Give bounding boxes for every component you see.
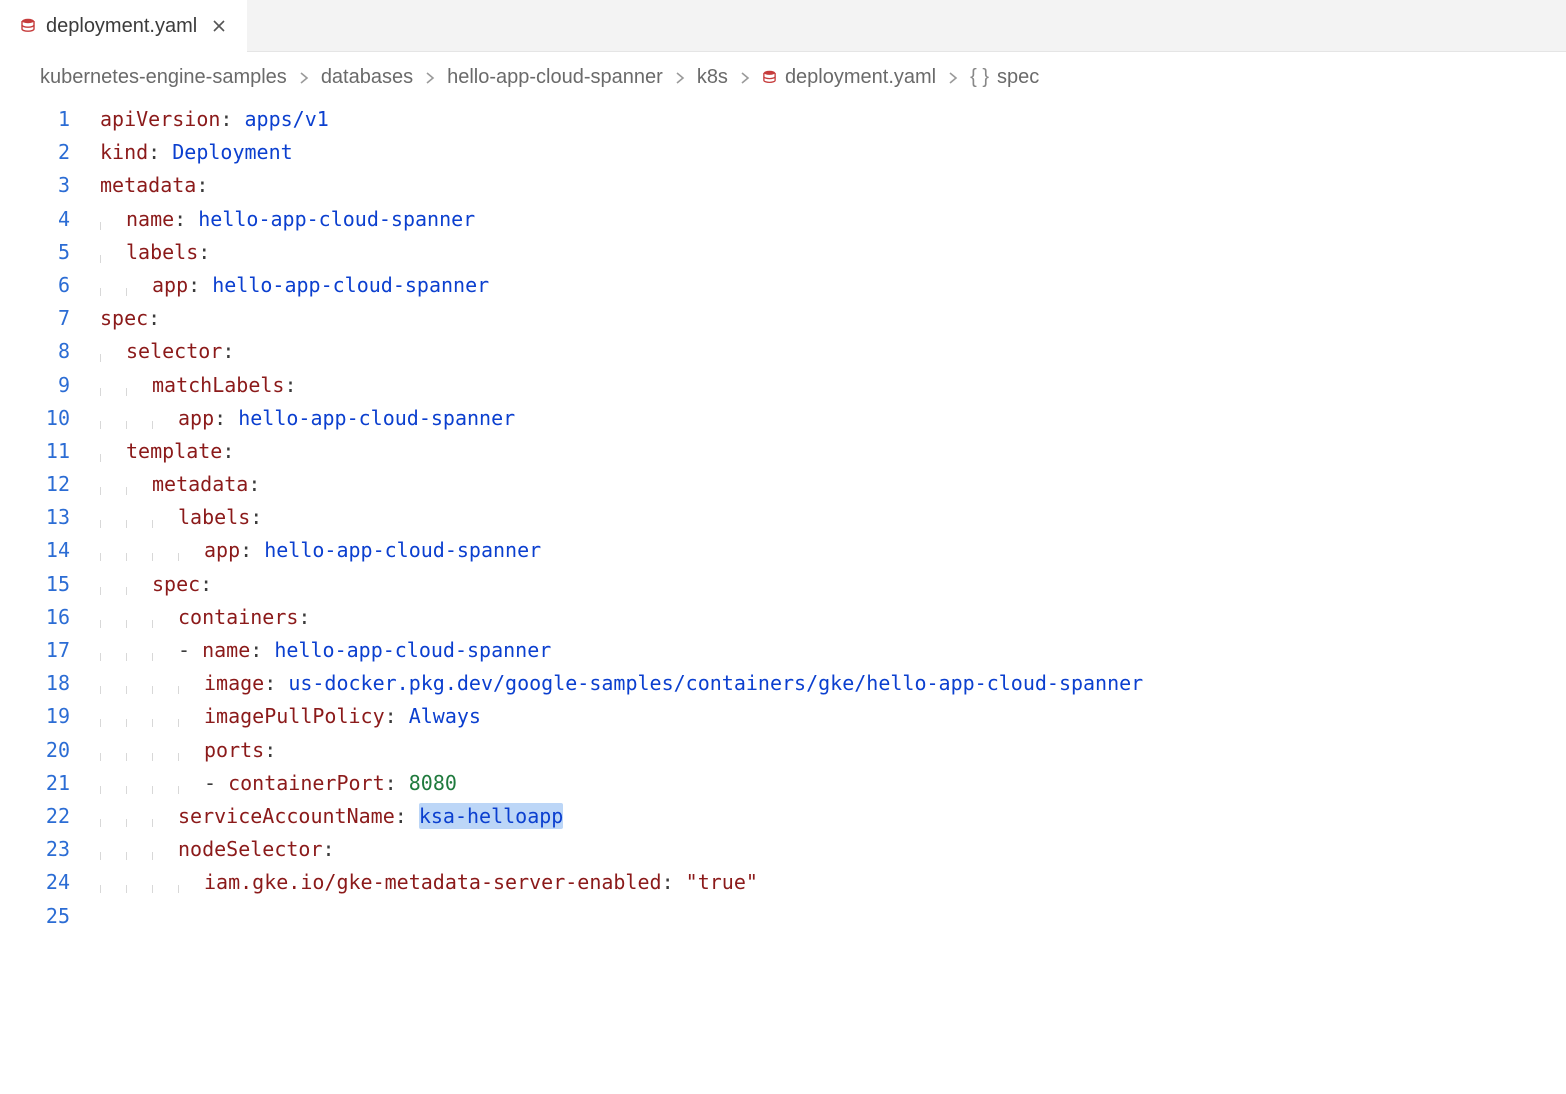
- line-number: 16: [0, 601, 70, 634]
- code-line[interactable]: selector:: [100, 335, 1566, 368]
- code-line[interactable]: ports:: [100, 734, 1566, 767]
- code-line[interactable]: kind: Deployment: [100, 136, 1566, 169]
- code-line[interactable]: imagePullPolicy: Always: [100, 700, 1566, 733]
- code-line[interactable]: labels:: [100, 236, 1566, 269]
- line-number: 17: [0, 634, 70, 667]
- code-line[interactable]: metadata:: [100, 169, 1566, 202]
- code-line[interactable]: metadata:: [100, 468, 1566, 501]
- braces-icon: { }: [970, 66, 989, 89]
- line-number: 21: [0, 767, 70, 800]
- line-number: 6: [0, 269, 70, 302]
- code-line[interactable]: containers:: [100, 601, 1566, 634]
- line-number: 19: [0, 700, 70, 733]
- code-line[interactable]: image: us-docker.pkg.dev/google-samples/…: [100, 667, 1566, 700]
- breadcrumb: kubernetes-engine-samples databases hell…: [0, 52, 1566, 101]
- chevron-right-icon: [423, 71, 437, 85]
- code-line[interactable]: labels:: [100, 501, 1566, 534]
- code-line[interactable]: app: hello-app-cloud-spanner: [100, 269, 1566, 302]
- breadcrumb-segment[interactable]: databases: [321, 66, 413, 89]
- database-icon: [20, 18, 36, 34]
- line-number: 22: [0, 800, 70, 833]
- line-number: 18: [0, 667, 70, 700]
- tab-label: deployment.yaml: [46, 15, 197, 38]
- selected-text: ksa-helloapp: [419, 803, 564, 829]
- line-number: 25: [0, 900, 70, 933]
- line-number: 4: [0, 203, 70, 236]
- code-content[interactable]: apiVersion: apps/v1 kind: Deployment met…: [100, 103, 1566, 933]
- line-number: 2: [0, 136, 70, 169]
- editor-tab-bar: deployment.yaml: [0, 0, 1566, 52]
- code-line[interactable]: apiVersion: apps/v1: [100, 103, 1566, 136]
- code-line[interactable]: iam.gke.io/gke-metadata-server-enabled: …: [100, 866, 1566, 899]
- code-line[interactable]: spec:: [100, 302, 1566, 335]
- code-line[interactable]: template:: [100, 435, 1566, 468]
- line-number: 12: [0, 468, 70, 501]
- line-number: 23: [0, 833, 70, 866]
- chevron-right-icon: [946, 71, 960, 85]
- line-number: 10: [0, 402, 70, 435]
- breadcrumb-segment[interactable]: k8s: [697, 66, 728, 89]
- code-line[interactable]: spec:: [100, 568, 1566, 601]
- code-line[interactable]: app: hello-app-cloud-spanner: [100, 402, 1566, 435]
- code-line[interactable]: matchLabels:: [100, 369, 1566, 402]
- code-line[interactable]: - containerPort: 8080: [100, 767, 1566, 800]
- breadcrumb-segment[interactable]: deployment.yaml: [762, 66, 936, 89]
- breadcrumb-segment[interactable]: hello-app-cloud-spanner: [447, 66, 663, 89]
- line-number: 3: [0, 169, 70, 202]
- code-line[interactable]: app: hello-app-cloud-spanner: [100, 534, 1566, 567]
- line-number: 11: [0, 435, 70, 468]
- line-number: 20: [0, 734, 70, 767]
- breadcrumb-segment[interactable]: kubernetes-engine-samples: [40, 66, 287, 89]
- line-number: 7: [0, 302, 70, 335]
- code-line[interactable]: [100, 900, 1566, 933]
- code-line[interactable]: serviceAccountName: ksa-helloapp: [100, 800, 1566, 833]
- code-line[interactable]: - name: hello-app-cloud-spanner: [100, 634, 1566, 667]
- line-number: 13: [0, 501, 70, 534]
- line-number: 8: [0, 335, 70, 368]
- code-line[interactable]: name: hello-app-cloud-spanner: [100, 203, 1566, 236]
- breadcrumb-segment[interactable]: { } spec: [970, 66, 1039, 89]
- chevron-right-icon: [673, 71, 687, 85]
- line-number: 15: [0, 568, 70, 601]
- line-number: 5: [0, 236, 70, 269]
- chevron-right-icon: [738, 71, 752, 85]
- database-icon: [762, 70, 777, 85]
- line-number: 14: [0, 534, 70, 567]
- chevron-right-icon: [297, 71, 311, 85]
- line-number: 9: [0, 369, 70, 402]
- line-number: 1: [0, 103, 70, 136]
- tab-deployment-yaml[interactable]: deployment.yaml: [0, 0, 247, 52]
- line-number: 24: [0, 866, 70, 899]
- code-line[interactable]: nodeSelector:: [100, 833, 1566, 866]
- close-icon[interactable]: [207, 14, 231, 38]
- line-number-gutter: 1 2 3 4 5 6 7 8 9 10 11 12 13 14 15 16 1…: [0, 103, 100, 933]
- code-editor[interactable]: 1 2 3 4 5 6 7 8 9 10 11 12 13 14 15 16 1…: [0, 101, 1566, 933]
